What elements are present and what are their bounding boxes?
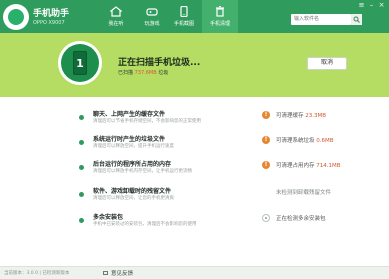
search-input[interactable] — [291, 14, 351, 25]
item-status: 可清理缓存 23.3MB — [276, 111, 326, 119]
feedback-label: 意见反馈 — [111, 271, 134, 277]
item-desc: 清理后可以释放空间，让您的手机更清爽 — [93, 196, 174, 201]
status-label: 可清理缓存 — [276, 113, 304, 119]
scan-sub-prefix: 已扫描 — [118, 70, 134, 76]
status-value: 0.6MB — [316, 138, 334, 144]
scan-banner: 1 正在扫描手机垃圾... 已扫描 737.6MB 垃圾 取消 — [0, 33, 389, 97]
item-desc: 清理后可以节省手机存储空间，不会影响您的正常使用 — [93, 119, 201, 124]
cancel-button[interactable]: 取消 — [307, 57, 347, 70]
search-icon — [353, 16, 360, 23]
item-title: 后台运行的程序所占用的内存 — [93, 161, 172, 168]
list-item: 系统运行时产生的垃圾文件 清理后可以释放空间，提升手机运行速度 ! 可清理系统垃… — [0, 133, 389, 155]
phone-number: 1 — [73, 51, 87, 75]
item-title: 系统运行时产生的垃圾文件 — [93, 136, 166, 143]
warning-icon: ! — [262, 111, 270, 119]
item-desc: 手机中已安装过的安装包，清理后不会影响您的使用 — [93, 222, 197, 227]
tab-label: 玩游戏 — [144, 21, 160, 27]
minimize-icon[interactable]: – — [368, 2, 375, 9]
item-status: 未检测到卸载残留文件 — [276, 188, 331, 196]
item-title: 多余安装包 — [93, 214, 124, 221]
item-title: 聊天、上网产生的缓存文件 — [93, 111, 166, 118]
tab-screenshot[interactable]: 手机截图 — [166, 0, 202, 33]
item-desc: 清理后可以释放空间，提升手机运行速度 — [93, 144, 174, 149]
status-label: 未检测到卸载残留文件 — [276, 190, 332, 196]
phone-scan-icon: 1 — [58, 41, 102, 85]
list-item: 后台运行的程序所占用的内存 清理后可以释放手机内存空间，让手机运行更流畅 ! 可… — [0, 158, 389, 180]
tab-label: 手机截图 — [173, 21, 194, 27]
tab-label: 我在听 — [108, 21, 124, 27]
warning-icon: ! — [262, 161, 270, 169]
item-desc: 清理后可以释放手机内存空间，让手机运行更流畅 — [93, 169, 192, 174]
scan-sub-suffix: 垃圾 — [158, 70, 169, 76]
menu-icon[interactable]: ≡ — [358, 2, 365, 9]
tab-home[interactable]: 我在听 — [98, 0, 134, 33]
version-text: 当前版本：3.0.0 | 已检测新版本 — [4, 271, 70, 276]
header-bar: 手机助手 OPPO X9007 我在听 玩游戏 手机截图 手机清理 输入软件名 … — [0, 0, 389, 33]
feedback-icon — [103, 271, 108, 275]
list-item: 多余安装包 手机中已安装过的安装包，清理后不会影响您的使用 正在检测多余安装包 — [0, 211, 389, 233]
list-item: 软件、游戏卸载时的残留文件 清理后可以释放空间，让您的手机更清爽 未检测到卸载残… — [0, 185, 389, 207]
phone-icon — [180, 6, 188, 17]
bullet-dot — [79, 218, 84, 223]
scan-size: 737.6MB — [134, 70, 157, 76]
item-status: 正在检测多余安装包 — [276, 214, 326, 222]
item-status: 可清理占用内存 714.1MB — [276, 161, 341, 169]
bullet-dot — [79, 165, 84, 170]
bullet-dot — [79, 192, 84, 197]
loading-icon — [262, 214, 270, 222]
status-value: 714.1MB — [316, 163, 341, 169]
bullet-dot — [79, 115, 84, 120]
feedback-link[interactable]: 意见反馈 — [103, 269, 133, 277]
tab-label: 手机清理 — [209, 21, 230, 27]
search-button[interactable] — [351, 14, 362, 25]
status-value: 23.3MB — [305, 113, 327, 119]
scan-subtitle: 已扫描 737.6MB 垃圾 — [118, 69, 168, 76]
app-model: OPPO X9007 — [33, 20, 65, 26]
gamepad-icon — [146, 8, 158, 16]
app-logo-icon — [3, 4, 29, 30]
item-title: 软件、游戏卸载时的残留文件 — [93, 188, 172, 195]
footer-bar: 当前版本：3.0.0 | 已检测新版本 意见反馈 — [0, 266, 389, 279]
trash-icon — [216, 6, 224, 17]
close-icon[interactable]: × — [378, 2, 385, 9]
tab-games[interactable]: 玩游戏 — [134, 0, 170, 33]
status-label: 可清理系统垃圾 — [276, 138, 315, 144]
warning-icon: ! — [262, 136, 270, 144]
tab-cleanup[interactable]: 手机清理 — [202, 0, 238, 33]
app-name: 手机助手 — [33, 9, 70, 19]
list-item: 聊天、上网产生的缓存文件 清理后可以节省手机存储空间，不会影响您的正常使用 ! … — [0, 108, 389, 130]
status-label: 可清理占用内存 — [276, 163, 315, 169]
home-icon — [110, 6, 122, 17]
bullet-dot — [79, 140, 84, 145]
item-status: 可清理系统垃圾 0.6MB — [276, 136, 334, 144]
scan-title: 正在扫描手机垃圾... — [118, 58, 201, 68]
status-label: 正在检测多余安装包 — [276, 216, 326, 222]
